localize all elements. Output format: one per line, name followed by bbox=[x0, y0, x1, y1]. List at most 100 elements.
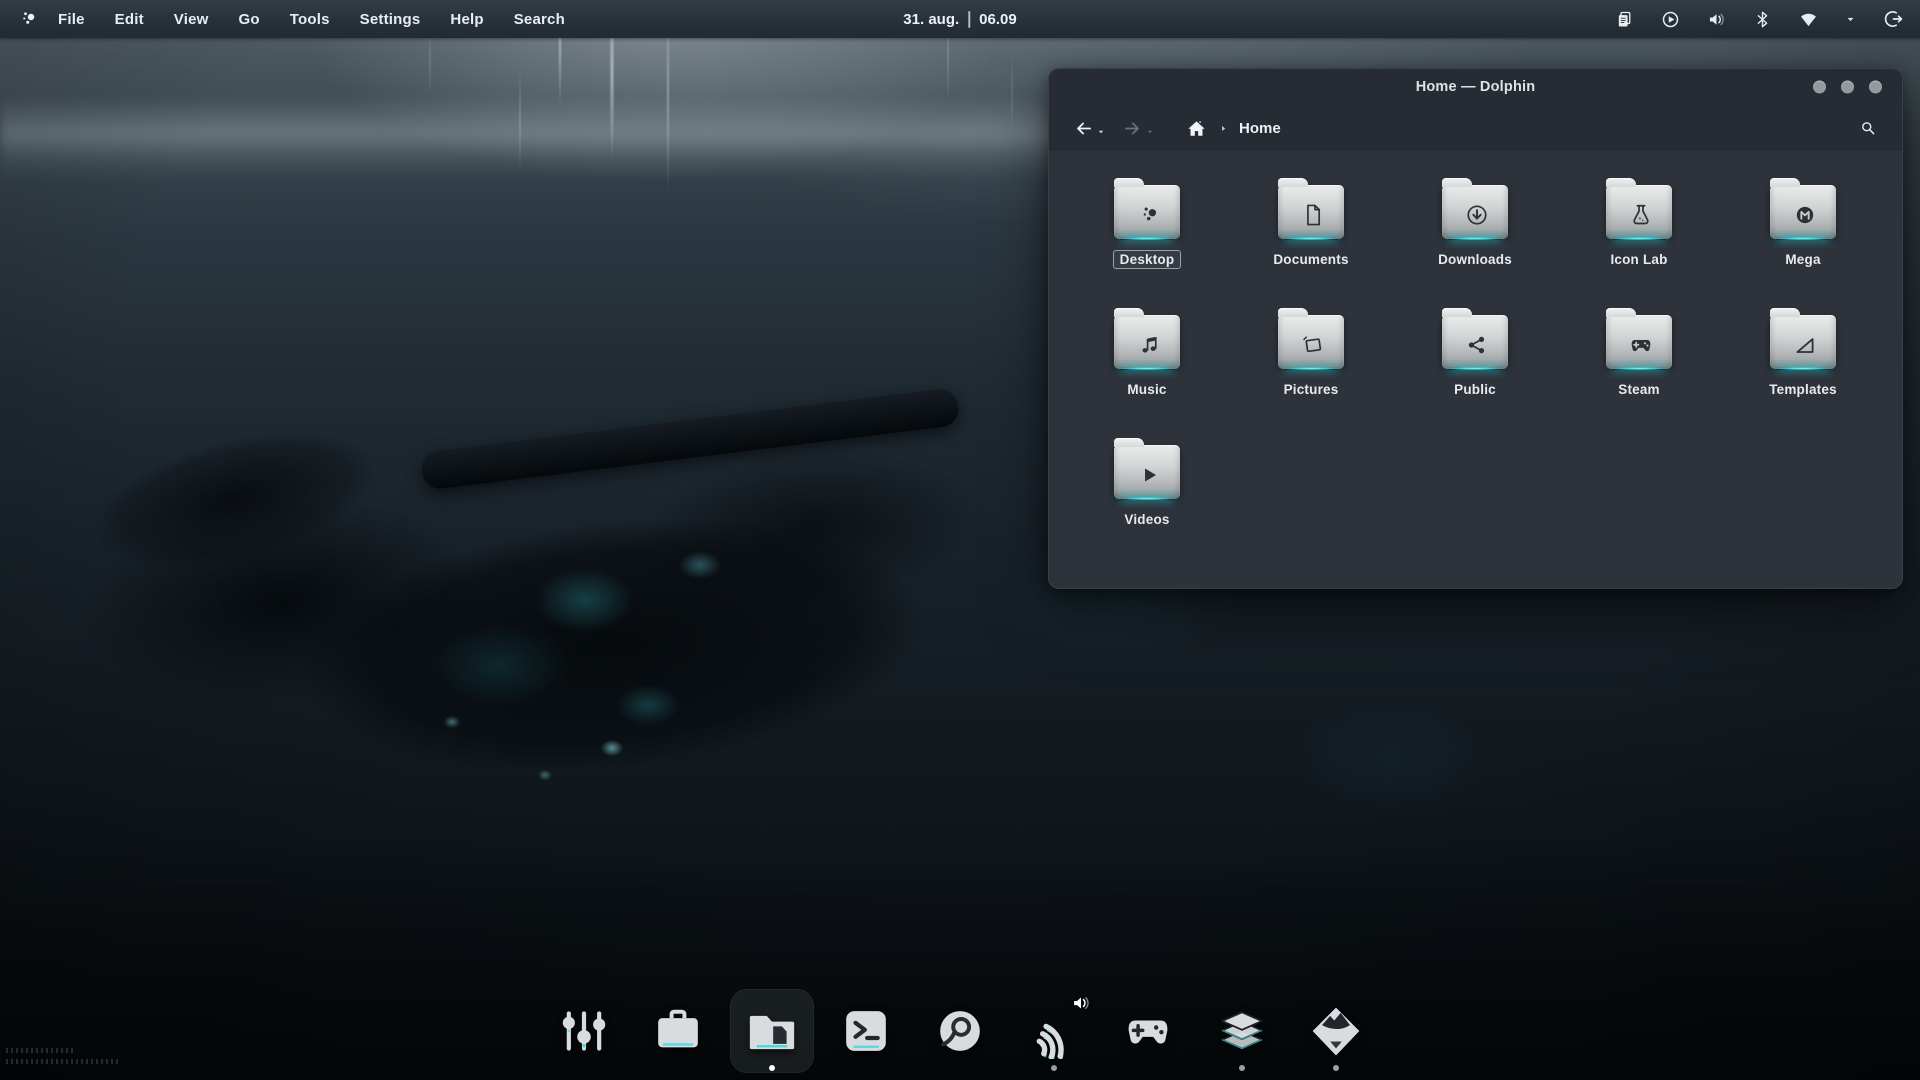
window-button-maximize[interactable] bbox=[1841, 81, 1854, 94]
dock-item-tweaks[interactable] bbox=[555, 1002, 613, 1071]
back-button[interactable] bbox=[1073, 118, 1106, 139]
folder-label: Pictures bbox=[1277, 380, 1346, 399]
window-buttons bbox=[1813, 81, 1882, 94]
play-circle-icon bbox=[1660, 9, 1681, 30]
folder-item-icon-lab[interactable]: Icon Lab bbox=[1564, 177, 1714, 307]
caret-down-icon bbox=[1844, 13, 1857, 26]
app-logo-icon[interactable] bbox=[16, 7, 40, 31]
folder-item-pictures[interactable]: Pictures bbox=[1236, 307, 1386, 437]
tray-tray-expander[interactable] bbox=[1844, 13, 1857, 26]
desktop-screen: File Edit View Go Tools Settings Help Search 31… bbox=[0, 0, 1920, 1080]
dock-item-terminal[interactable] bbox=[837, 1002, 895, 1071]
ruler-icon bbox=[1791, 332, 1818, 359]
menu-settings[interactable]: Settings bbox=[360, 11, 421, 28]
folder-icon bbox=[1442, 185, 1508, 239]
tray-bluetooth[interactable] bbox=[1752, 9, 1773, 30]
bluetooth-icon bbox=[1752, 9, 1773, 30]
wallpaper-watermark bbox=[6, 1042, 126, 1064]
clock-date: 31. aug. bbox=[903, 11, 959, 28]
window-title: Home — Dolphin bbox=[1416, 79, 1536, 95]
window-button-minimize[interactable] bbox=[1813, 81, 1826, 94]
clock[interactable]: 31. aug. 06.09 bbox=[903, 11, 1016, 28]
folder-icon bbox=[1770, 315, 1836, 369]
folder-item-public[interactable]: Public bbox=[1400, 307, 1550, 437]
picture-icon bbox=[1299, 332, 1326, 359]
system-tray bbox=[1614, 8, 1904, 30]
dock-item-briefcase[interactable] bbox=[649, 1002, 707, 1071]
gamepad-icon bbox=[1627, 332, 1654, 359]
folder-item-documents[interactable]: Documents bbox=[1236, 177, 1386, 307]
breadcrumb-location[interactable]: Home bbox=[1239, 120, 1281, 137]
breadcrumb-chevron-icon bbox=[1218, 123, 1229, 134]
folder-icon bbox=[1114, 315, 1180, 369]
back-arrow-icon bbox=[1073, 118, 1094, 139]
folder-icon bbox=[1442, 315, 1508, 369]
folder-label: Templates bbox=[1762, 380, 1844, 399]
running-indicator bbox=[1333, 1065, 1339, 1071]
menu-view[interactable]: View bbox=[174, 11, 209, 28]
menu-go[interactable]: Go bbox=[239, 11, 260, 28]
flask-icon bbox=[1627, 202, 1654, 229]
folder-label: Music bbox=[1120, 380, 1173, 399]
clock-separator bbox=[968, 11, 970, 28]
folder-item-music[interactable]: Music bbox=[1072, 307, 1222, 437]
dock-item-browser[interactable] bbox=[931, 1002, 989, 1071]
dock-item-games[interactable] bbox=[1119, 1002, 1177, 1071]
dots-icon bbox=[1135, 202, 1162, 229]
chrome-icon bbox=[932, 1003, 988, 1059]
volume-icon bbox=[1070, 992, 1092, 1014]
folder-item-desktop[interactable]: Desktop bbox=[1072, 177, 1222, 307]
window-button-close[interactable] bbox=[1869, 81, 1882, 94]
dolphin-window: Home — Dolphin bbox=[1048, 68, 1903, 589]
folder-label: Videos bbox=[1117, 510, 1176, 529]
forward-arrow-icon bbox=[1122, 118, 1143, 139]
download-icon bbox=[1463, 202, 1490, 229]
running-indicator bbox=[1239, 1065, 1245, 1071]
folder-item-downloads[interactable]: Downloads bbox=[1400, 177, 1550, 307]
dock bbox=[555, 1002, 1365, 1071]
folder-icon bbox=[1114, 445, 1180, 499]
folder-docs-icon bbox=[744, 1003, 800, 1059]
folder-icon bbox=[1606, 185, 1672, 239]
dock-item-audio[interactable] bbox=[1025, 1002, 1083, 1071]
dock-item-layers[interactable] bbox=[1213, 1002, 1271, 1071]
folder-label: Mega bbox=[1778, 250, 1827, 269]
folder-item-templates[interactable]: Templates bbox=[1728, 307, 1878, 437]
folder-label: Downloads bbox=[1431, 250, 1519, 269]
tray-volume[interactable] bbox=[1706, 9, 1727, 30]
inkscape-icon bbox=[1308, 1003, 1364, 1059]
breadcrumb: Home bbox=[1185, 117, 1281, 140]
tray-media-player[interactable] bbox=[1660, 9, 1681, 30]
folder-icon bbox=[1114, 185, 1180, 239]
menu-file[interactable]: File bbox=[58, 11, 85, 28]
dock-item-file-manager[interactable] bbox=[743, 1002, 801, 1071]
folder-item-videos[interactable]: Videos bbox=[1072, 437, 1222, 567]
menu-edit[interactable]: Edit bbox=[115, 11, 144, 28]
toolbar: Home bbox=[1049, 105, 1902, 151]
folder-label: Icon Lab bbox=[1603, 250, 1674, 269]
volume-icon bbox=[1706, 9, 1727, 30]
folder-icon bbox=[1770, 185, 1836, 239]
folder-item-steam[interactable]: Steam bbox=[1564, 307, 1714, 437]
layers-icon bbox=[1214, 1003, 1270, 1059]
dock-item-inkscape[interactable] bbox=[1307, 1002, 1365, 1071]
tray-clipboard[interactable] bbox=[1614, 9, 1635, 30]
home-button[interactable] bbox=[1185, 117, 1208, 140]
briefcase-icon bbox=[650, 1003, 706, 1059]
titlebar[interactable]: Home — Dolphin bbox=[1049, 69, 1902, 105]
tray-power[interactable] bbox=[1882, 8, 1904, 30]
menu-tools[interactable]: Tools bbox=[290, 11, 330, 28]
global-menubar: File Edit View Go Tools Settings Help Search 31… bbox=[0, 0, 1920, 38]
search-button[interactable] bbox=[1858, 118, 1878, 138]
folder-label: Steam bbox=[1611, 380, 1667, 399]
folder-label: Documents bbox=[1266, 250, 1355, 269]
music-icon bbox=[1135, 332, 1162, 359]
tray-network[interactable] bbox=[1798, 9, 1819, 30]
menu-search[interactable]: Search bbox=[514, 11, 565, 28]
menu-help[interactable]: Help bbox=[450, 11, 483, 28]
wifi-icon bbox=[1798, 9, 1819, 30]
forward-history-caret-icon bbox=[1145, 127, 1155, 137]
document-icon bbox=[1299, 202, 1326, 229]
folder-item-mega[interactable]: Mega bbox=[1728, 177, 1878, 307]
forward-button[interactable] bbox=[1122, 118, 1155, 139]
